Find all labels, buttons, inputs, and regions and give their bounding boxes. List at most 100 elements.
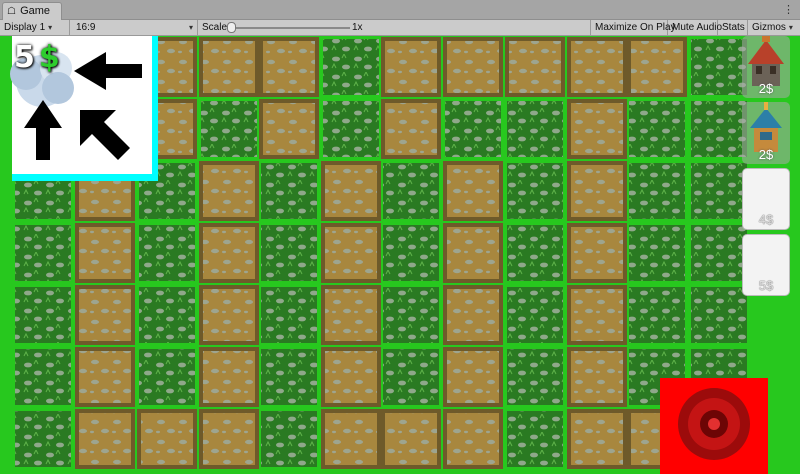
- shop-slot-tower-blue[interactable]: 2$: [742, 102, 790, 164]
- path-tile: [381, 37, 441, 97]
- path-tile: [567, 161, 627, 221]
- path-tile: [381, 99, 441, 159]
- path-tile: [199, 223, 259, 283]
- scale-slider-track[interactable]: [230, 27, 350, 29]
- grass-tile[interactable]: [261, 163, 317, 219]
- grass-tile[interactable]: [261, 411, 317, 467]
- path-tile: [567, 37, 627, 97]
- dollar-icon: $: [38, 40, 60, 75]
- path-tile: [381, 409, 441, 469]
- grass-tile[interactable]: [383, 287, 439, 343]
- path-tile: [75, 409, 135, 469]
- path-tile: [443, 161, 503, 221]
- grass-tile[interactable]: [323, 101, 379, 157]
- editor-tab-bar: ☖ Game ⋮: [0, 0, 800, 20]
- grass-tile[interactable]: [139, 287, 195, 343]
- game-view-toolbar: Display 1 ▾ 16:9 ▾ Scale 1x Maximize On Pl…: [0, 20, 800, 36]
- grass-tile[interactable]: [507, 101, 563, 157]
- grass-tile[interactable]: [507, 225, 563, 281]
- grass-tile[interactable]: [507, 349, 563, 405]
- grass-tile[interactable]: [139, 349, 195, 405]
- grass-tile[interactable]: [507, 411, 563, 467]
- path-tile: [75, 347, 135, 407]
- path-tile: [567, 409, 627, 469]
- grass-tile[interactable]: [629, 287, 685, 343]
- grass-tile[interactable]: [201, 101, 257, 157]
- game-tab-label: Game: [20, 5, 51, 17]
- shop-slot-empty[interactable]: 4$: [742, 168, 790, 230]
- shop-slot-tower-red[interactable]: 2$: [742, 36, 790, 98]
- grass-tile[interactable]: [383, 225, 439, 281]
- money-counter: 5 $: [14, 40, 60, 75]
- stats-toggle[interactable]: Stats: [718, 20, 748, 35]
- chevron-down-icon: ▾: [788, 23, 793, 32]
- game-viewport[interactable]: 5 $ 2$ 2$ 4$ 5$: [0, 36, 800, 474]
- grass-tile[interactable]: [691, 225, 747, 281]
- scale-label: Scale: [202, 22, 228, 33]
- grass-tile[interactable]: [629, 101, 685, 157]
- grass-tile[interactable]: [261, 349, 317, 405]
- grass-tile[interactable]: [507, 287, 563, 343]
- path-tile: [199, 285, 259, 345]
- path-tile: [75, 223, 135, 283]
- path-tile: [567, 223, 627, 283]
- grass-tile[interactable]: [15, 349, 71, 405]
- grass-tile[interactable]: [139, 225, 195, 281]
- chevron-down-icon: ▾: [48, 23, 53, 32]
- portal-icon: [678, 388, 750, 460]
- tower-price: 4$: [758, 212, 774, 227]
- grass-tile[interactable]: [691, 39, 747, 95]
- shop-slot-empty[interactable]: 5$: [742, 234, 790, 296]
- tab-menu-icon[interactable]: ⋮: [783, 3, 794, 16]
- path-tile: [443, 347, 503, 407]
- grass-tile[interactable]: [15, 287, 71, 343]
- gizmos-dropdown[interactable]: Gizmos ▾: [748, 20, 800, 35]
- grass-tile[interactable]: [691, 101, 747, 157]
- display-label: Display 1: [4, 22, 46, 33]
- grass-tile[interactable]: [691, 163, 747, 219]
- path-tile: [321, 347, 381, 407]
- path-tile: [321, 285, 381, 345]
- grass-tile[interactable]: [261, 225, 317, 281]
- scale-value: 1x: [352, 22, 363, 33]
- maximize-on-play-toggle[interactable]: Maximize On Play: [590, 20, 676, 35]
- goal-zone: [660, 378, 768, 474]
- grass-tile[interactable]: [445, 101, 501, 157]
- path-tile: [321, 223, 381, 283]
- path-tile: [259, 37, 319, 97]
- path-tile: [505, 37, 565, 97]
- grass-tile[interactable]: [629, 163, 685, 219]
- aspect-label: 16:9: [76, 22, 96, 33]
- mute-audio-toggle[interactable]: Mute Audio: [668, 20, 722, 35]
- path-tile: [321, 161, 381, 221]
- tower-price: 2$: [758, 147, 774, 162]
- path-tile: [567, 285, 627, 345]
- aspect-dropdown[interactable]: 16:9 ▾: [72, 20, 198, 35]
- grass-tile[interactable]: [261, 287, 317, 343]
- scale-slider-thumb[interactable]: [227, 22, 236, 33]
- grass-tile[interactable]: [629, 225, 685, 281]
- grass-tile[interactable]: [507, 163, 563, 219]
- path-tile: [75, 285, 135, 345]
- grass-tile[interactable]: [323, 39, 379, 95]
- grass-tile[interactable]: [383, 163, 439, 219]
- path-tile: [259, 99, 319, 159]
- grass-tile[interactable]: [383, 349, 439, 405]
- display-dropdown[interactable]: Display 1 ▾: [0, 20, 70, 35]
- path-tile: [443, 37, 503, 97]
- path-tile: [443, 285, 503, 345]
- game-tab[interactable]: ☖ Game: [2, 2, 62, 20]
- path-tile: [321, 409, 381, 469]
- money-amount: 5: [14, 40, 35, 75]
- tower-price: 5$: [758, 278, 774, 293]
- path-tile: [567, 99, 627, 159]
- path-tile: [199, 409, 259, 469]
- grass-tile[interactable]: [15, 411, 71, 467]
- path-tile: [199, 161, 259, 221]
- grass-tile[interactable]: [691, 287, 747, 343]
- grass-tile[interactable]: [15, 225, 71, 281]
- path-tile: [443, 409, 503, 469]
- path-tile: [199, 37, 259, 97]
- path-tile: [137, 409, 197, 469]
- game-board: [0, 36, 800, 474]
